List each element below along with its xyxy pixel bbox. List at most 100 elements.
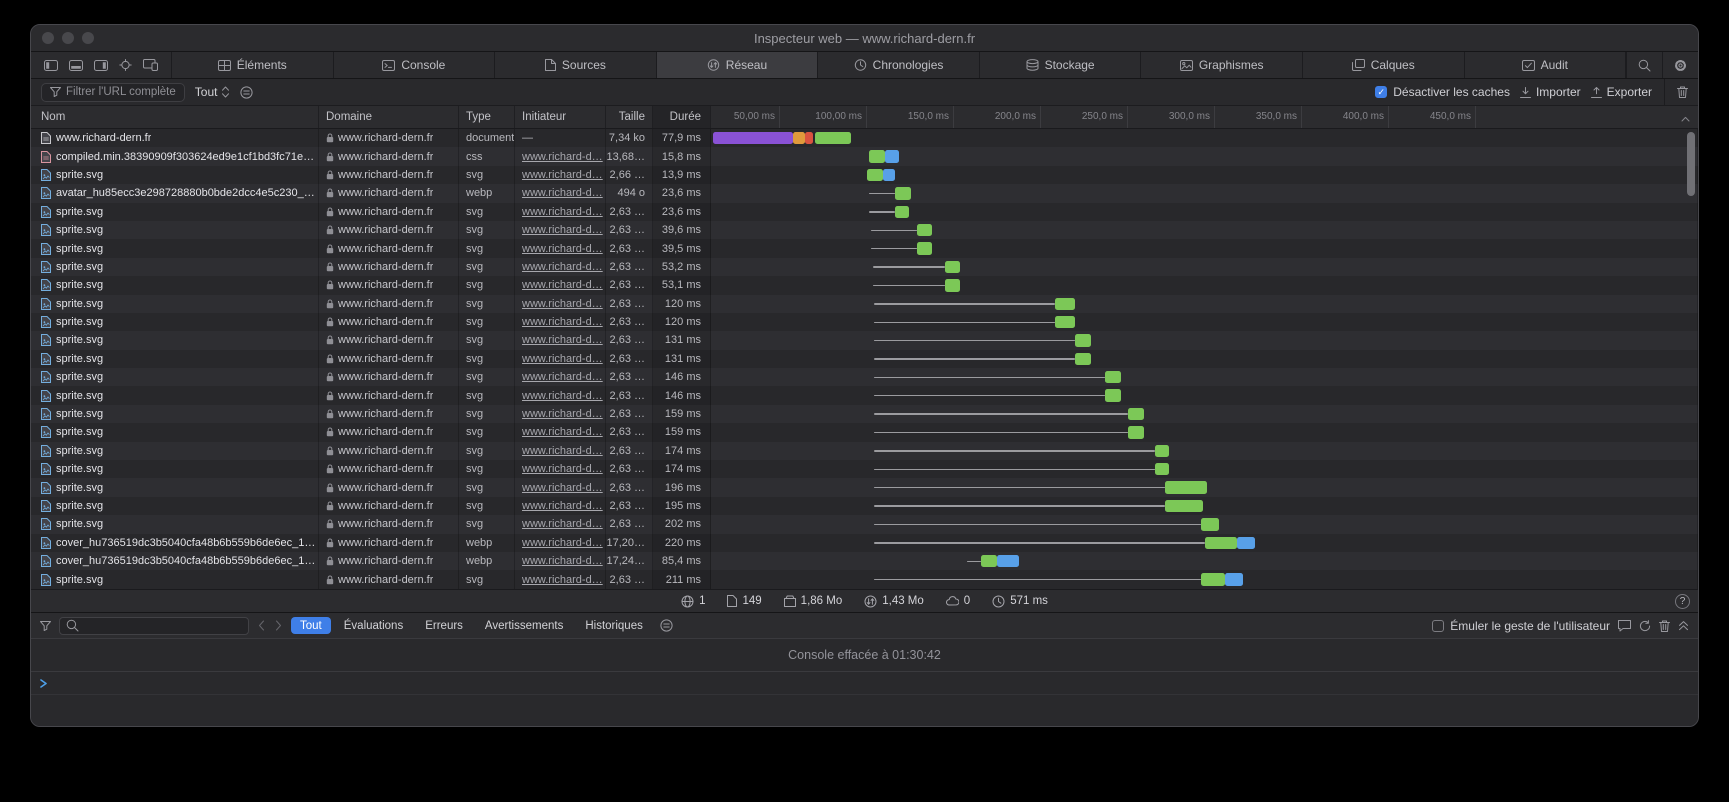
column-header-initiateur[interactable]: Initiateur: [515, 106, 606, 128]
tab-éléments[interactable]: Éléments: [172, 52, 334, 78]
tab-stockage[interactable]: Stockage: [980, 52, 1142, 78]
console-messages-icon[interactable]: [1618, 620, 1631, 632]
waterfall-header[interactable]: 50,00 ms100,00 ms150,0 ms200,0 ms250,0 m…: [711, 106, 1698, 128]
request-initiator[interactable]: www.richard-d…: [515, 295, 606, 313]
settings-gear-icon[interactable]: [1662, 52, 1698, 78]
request-initiator[interactable]: www.richard-d…: [515, 239, 606, 257]
request-initiator[interactable]: www.richard-d…: [515, 515, 606, 533]
clear-network-icon[interactable]: [1677, 86, 1688, 98]
request-row[interactable]: sprite.svgwww.richard-dern.frsvgwww.rich…: [31, 386, 1698, 404]
tab-réseau[interactable]: Réseau: [657, 52, 819, 78]
responsive-mode-icon[interactable]: [143, 59, 158, 71]
help-button[interactable]: ?: [1675, 594, 1690, 609]
request-initiator[interactable]: www.richard-d…: [515, 405, 606, 423]
element-picker-icon[interactable]: [119, 59, 132, 71]
request-initiator[interactable]: www.richard-d…: [515, 203, 606, 221]
tab-chronologies[interactable]: Chronologies: [818, 52, 980, 78]
request-row[interactable]: sprite.svgwww.richard-dern.frsvgwww.rich…: [31, 203, 1698, 221]
request-row[interactable]: sprite.svgwww.richard-dern.frsvgwww.rich…: [31, 570, 1698, 588]
request-initiator[interactable]: www.richard-d…: [515, 552, 606, 570]
console-filter-icon[interactable]: [40, 621, 51, 631]
request-row[interactable]: sprite.svgwww.richard-dern.frsvgwww.rich…: [31, 258, 1698, 276]
console-tab-historiques[interactable]: Historiques: [576, 617, 652, 634]
emulate-gesture-checkbox[interactable]: Émuler le geste de l'utilisateur: [1432, 619, 1610, 633]
export-button[interactable]: Exporter: [1591, 85, 1652, 99]
close-button[interactable]: [42, 32, 54, 44]
resource-type-dropdown[interactable]: Tout: [195, 85, 231, 99]
request-initiator[interactable]: www.richard-d…: [515, 313, 606, 331]
request-initiator[interactable]: www.richard-d…: [515, 570, 606, 588]
column-header-duree[interactable]: Durée: [653, 106, 711, 128]
request-initiator[interactable]: www.richard-d…: [515, 166, 606, 184]
request-row[interactable]: sprite.svgwww.richard-dern.frsvgwww.rich…: [31, 515, 1698, 533]
request-row[interactable]: sprite.svgwww.richard-dern.frsvgwww.rich…: [31, 478, 1698, 496]
chevron-up-icon[interactable]: [1681, 113, 1690, 125]
request-row[interactable]: sprite.svgwww.richard-dern.frsvgwww.rich…: [31, 368, 1698, 386]
column-header-type[interactable]: Type: [459, 106, 515, 128]
tab-sources[interactable]: Sources: [495, 52, 657, 78]
sidebar-right-icon[interactable]: [94, 60, 108, 71]
column-header-domaine[interactable]: Domaine: [319, 106, 459, 128]
request-initiator[interactable]: www.richard-d…: [515, 534, 606, 552]
request-initiator[interactable]: www.richard-d…: [515, 331, 606, 349]
tab-graphismes[interactable]: Graphismes: [1141, 52, 1303, 78]
request-initiator[interactable]: www.richard-d…: [515, 184, 606, 202]
minimize-button[interactable]: [62, 32, 74, 44]
next-result-icon[interactable]: [275, 620, 282, 631]
scrollbar-thumb[interactable]: [1687, 132, 1695, 196]
request-initiator[interactable]: www.richard-d…: [515, 368, 606, 386]
request-row[interactable]: sprite.svgwww.richard-dern.frsvgwww.rich…: [31, 405, 1698, 423]
url-filter-input[interactable]: Filtrer l'URL complète: [41, 83, 185, 102]
request-initiator[interactable]: www.richard-d…: [515, 478, 606, 496]
request-row[interactable]: cover_hu736519dc3b5040cfa48b6b559b6de6ec…: [31, 534, 1698, 552]
request-initiator[interactable]: www.richard-d…: [515, 258, 606, 276]
sidebar-left-icon[interactable]: [44, 60, 58, 71]
request-initiator[interactable]: www.richard-d…: [515, 386, 606, 404]
column-header-nom[interactable]: Nom: [31, 106, 319, 128]
request-row[interactable]: sprite.svgwww.richard-dern.frsvgwww.rich…: [31, 423, 1698, 441]
request-row[interactable]: sprite.svgwww.richard-dern.frsvgwww.rich…: [31, 331, 1698, 349]
clear-console-icon[interactable]: [1659, 620, 1670, 632]
disable-caches-checkbox[interactable]: Désactiver les caches: [1375, 85, 1510, 99]
filter-options-icon[interactable]: [240, 86, 253, 99]
request-initiator[interactable]: www.richard-d…: [515, 276, 606, 294]
request-initiator[interactable]: www.richard-d…: [515, 423, 606, 441]
request-initiator[interactable]: www.richard-d…: [515, 442, 606, 460]
column-header-taille[interactable]: Taille: [606, 106, 653, 128]
tab-audit[interactable]: Audit: [1465, 52, 1627, 78]
console-filter-options-icon[interactable]: [660, 619, 673, 632]
zoom-button[interactable]: [82, 32, 94, 44]
request-row[interactable]: sprite.svgwww.richard-dern.frsvgwww.rich…: [31, 295, 1698, 313]
console-tab-évaluations[interactable]: Évaluations: [335, 617, 412, 634]
request-initiator[interactable]: www.richard-d…: [515, 460, 606, 478]
prev-result-icon[interactable]: [258, 620, 265, 631]
request-row[interactable]: compiled.min.38390909f303624ed9e1cf1bd3f…: [31, 147, 1698, 165]
request-row[interactable]: sprite.svgwww.richard-dern.frsvgwww.rich…: [31, 221, 1698, 239]
tab-calques[interactable]: Calques: [1303, 52, 1465, 78]
search-icon[interactable]: [1626, 52, 1662, 78]
console-search-input[interactable]: [59, 617, 249, 635]
console-tab-erreurs[interactable]: Erreurs: [416, 617, 472, 634]
request-row[interactable]: sprite.svgwww.richard-dern.frsvgwww.rich…: [31, 166, 1698, 184]
request-initiator[interactable]: www.richard-d…: [515, 350, 606, 368]
request-row[interactable]: sprite.svgwww.richard-dern.frsvgwww.rich…: [31, 460, 1698, 478]
request-row[interactable]: sprite.svgwww.richard-dern.frsvgwww.rich…: [31, 442, 1698, 460]
titlebar[interactable]: Inspecteur web — www.richard-dern.fr: [31, 25, 1698, 52]
request-initiator[interactable]: www.richard-d…: [515, 497, 606, 515]
request-row[interactable]: www.richard-dern.frwww.richard-dern.frdo…: [31, 129, 1698, 147]
request-row[interactable]: sprite.svgwww.richard-dern.frsvgwww.rich…: [31, 350, 1698, 368]
request-row[interactable]: avatar_hu85ecc3e298728880b0bde2dcc4e5c23…: [31, 184, 1698, 202]
request-row[interactable]: sprite.svgwww.richard-dern.frsvgwww.rich…: [31, 239, 1698, 257]
request-initiator[interactable]: www.richard-d…: [515, 221, 606, 239]
request-initiator[interactable]: www.richard-d…: [515, 147, 606, 165]
console-tab-avertissements[interactable]: Avertissements: [476, 617, 572, 634]
expand-console-icon[interactable]: [1678, 620, 1689, 631]
request-row[interactable]: sprite.svgwww.richard-dern.frsvgwww.rich…: [31, 497, 1698, 515]
request-row[interactable]: sprite.svgwww.richard-dern.frsvgwww.rich…: [31, 313, 1698, 331]
console-tab-tout[interactable]: Tout: [291, 617, 331, 634]
console-empty-area[interactable]: [31, 695, 1698, 726]
reload-console-icon[interactable]: [1639, 620, 1651, 632]
request-row[interactable]: sprite.svgwww.richard-dern.frsvgwww.rich…: [31, 276, 1698, 294]
tab-console[interactable]: Console: [334, 52, 496, 78]
request-row[interactable]: cover_hu736519dc3b5040cfa48b6b559b6de6ec…: [31, 552, 1698, 570]
